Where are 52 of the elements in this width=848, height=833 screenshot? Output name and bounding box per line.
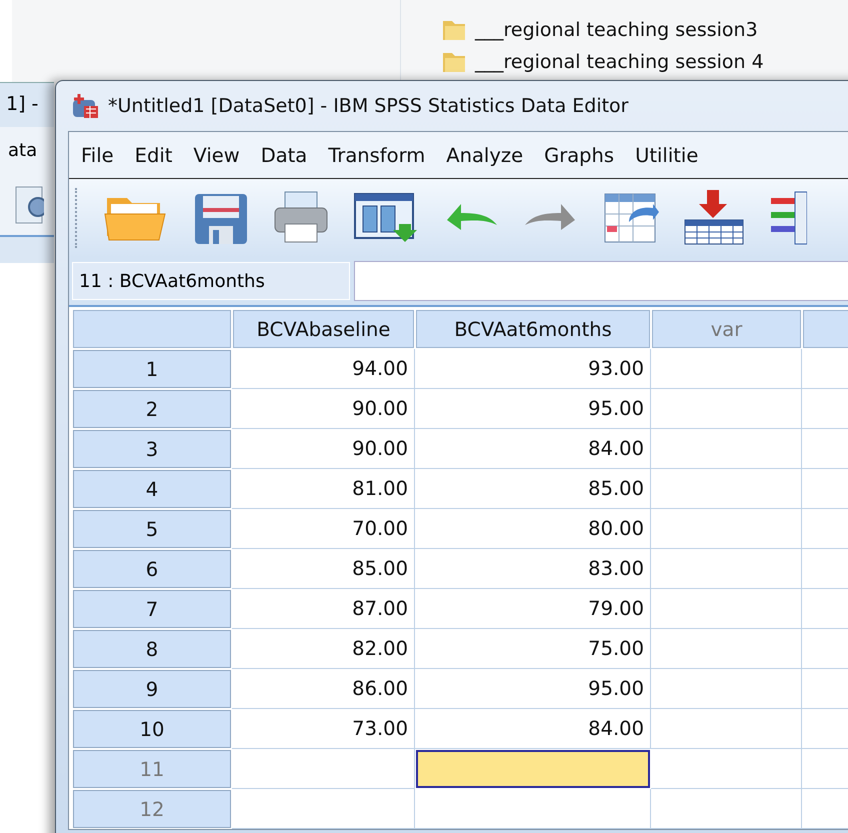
table-cell[interactable]: 84.00 — [415, 429, 651, 469]
table-cell[interactable]: 70.00 — [232, 509, 415, 549]
table-cell[interactable]: 82.00 — [232, 629, 415, 669]
row-header[interactable]: 1 — [73, 350, 231, 388]
folder-name[interactable]: ___regional teaching session3 — [475, 19, 758, 41]
table-cell[interactable]: 80.00 — [415, 509, 651, 549]
row-header[interactable]: 8 — [73, 630, 231, 668]
menu-item[interactable]: Edit — [134, 144, 172, 166]
column-header[interactable]: BCVAat6months — [416, 310, 650, 348]
table-cell[interactable]: 85.00 — [415, 469, 651, 509]
table-cell[interactable]: 90.00 — [232, 429, 415, 469]
row-header[interactable]: 3 — [73, 430, 231, 468]
table-cell[interactable]: 95.00 — [415, 669, 651, 709]
table-cell[interactable]: 93.00 — [415, 349, 651, 389]
menu-item[interactable]: File — [81, 144, 114, 166]
menu-item[interactable]: Graphs — [544, 144, 614, 166]
table-cell[interactable]: 87.00 — [232, 589, 415, 629]
folder-name[interactable]: ___regional teaching session 4 — [475, 51, 764, 73]
table-cell[interactable]: 85.00 — [232, 549, 415, 589]
folder-icon — [441, 18, 467, 42]
table-cell[interactable]: 79.00 — [415, 589, 651, 629]
table-cell[interactable]: 83.00 — [415, 549, 651, 589]
menu-item[interactable]: Utilitie — [635, 144, 698, 166]
menu-item[interactable]: Analyze — [446, 144, 524, 166]
row-header[interactable]: 9 — [73, 670, 231, 708]
cell-reference-field[interactable]: 11 : BCVAat6months — [72, 262, 350, 300]
table-cell[interactable]: 90.00 — [232, 389, 415, 429]
table-cell[interactable]: 81.00 — [232, 469, 415, 509]
table-cell[interactable]: 75.00 — [415, 629, 651, 669]
row-header[interactable]: 2 — [73, 390, 231, 428]
table-cell[interactable]: 86.00 — [232, 669, 415, 709]
menu-item[interactable]: Transform — [328, 144, 426, 166]
cell-value-field[interactable] — [354, 261, 848, 301]
table-cell[interactable]: 94.00 — [232, 349, 415, 389]
column-header[interactable]: BCVAbaseline — [233, 310, 414, 348]
row-header[interactable]: 4 — [73, 470, 231, 508]
table-cell[interactable]: 73.00 — [232, 709, 415, 749]
menu-item[interactable]: Data — [260, 144, 308, 166]
table-cell[interactable] — [416, 750, 650, 788]
row-header[interactable]: 6 — [73, 550, 231, 588]
row-header[interactable]: 7 — [73, 590, 231, 628]
menu-item[interactable]: View — [193, 144, 240, 166]
table-cell[interactable]: 95.00 — [415, 389, 651, 429]
window-title: 1] - — [5, 92, 40, 117]
column-header[interactable] — [803, 310, 848, 348]
row-header[interactable]: 10 — [73, 710, 231, 748]
window-title: *Untitled1 [DataSet0] - IBM SPSS Statistics Data Editor — [108, 95, 628, 117]
magnifier-icon[interactable] — [14, 185, 44, 225]
folder-icon — [441, 50, 467, 74]
row-header[interactable]: 5 — [73, 510, 231, 548]
app-icon — [70, 93, 100, 119]
table-cell[interactable]: 84.00 — [415, 709, 651, 749]
